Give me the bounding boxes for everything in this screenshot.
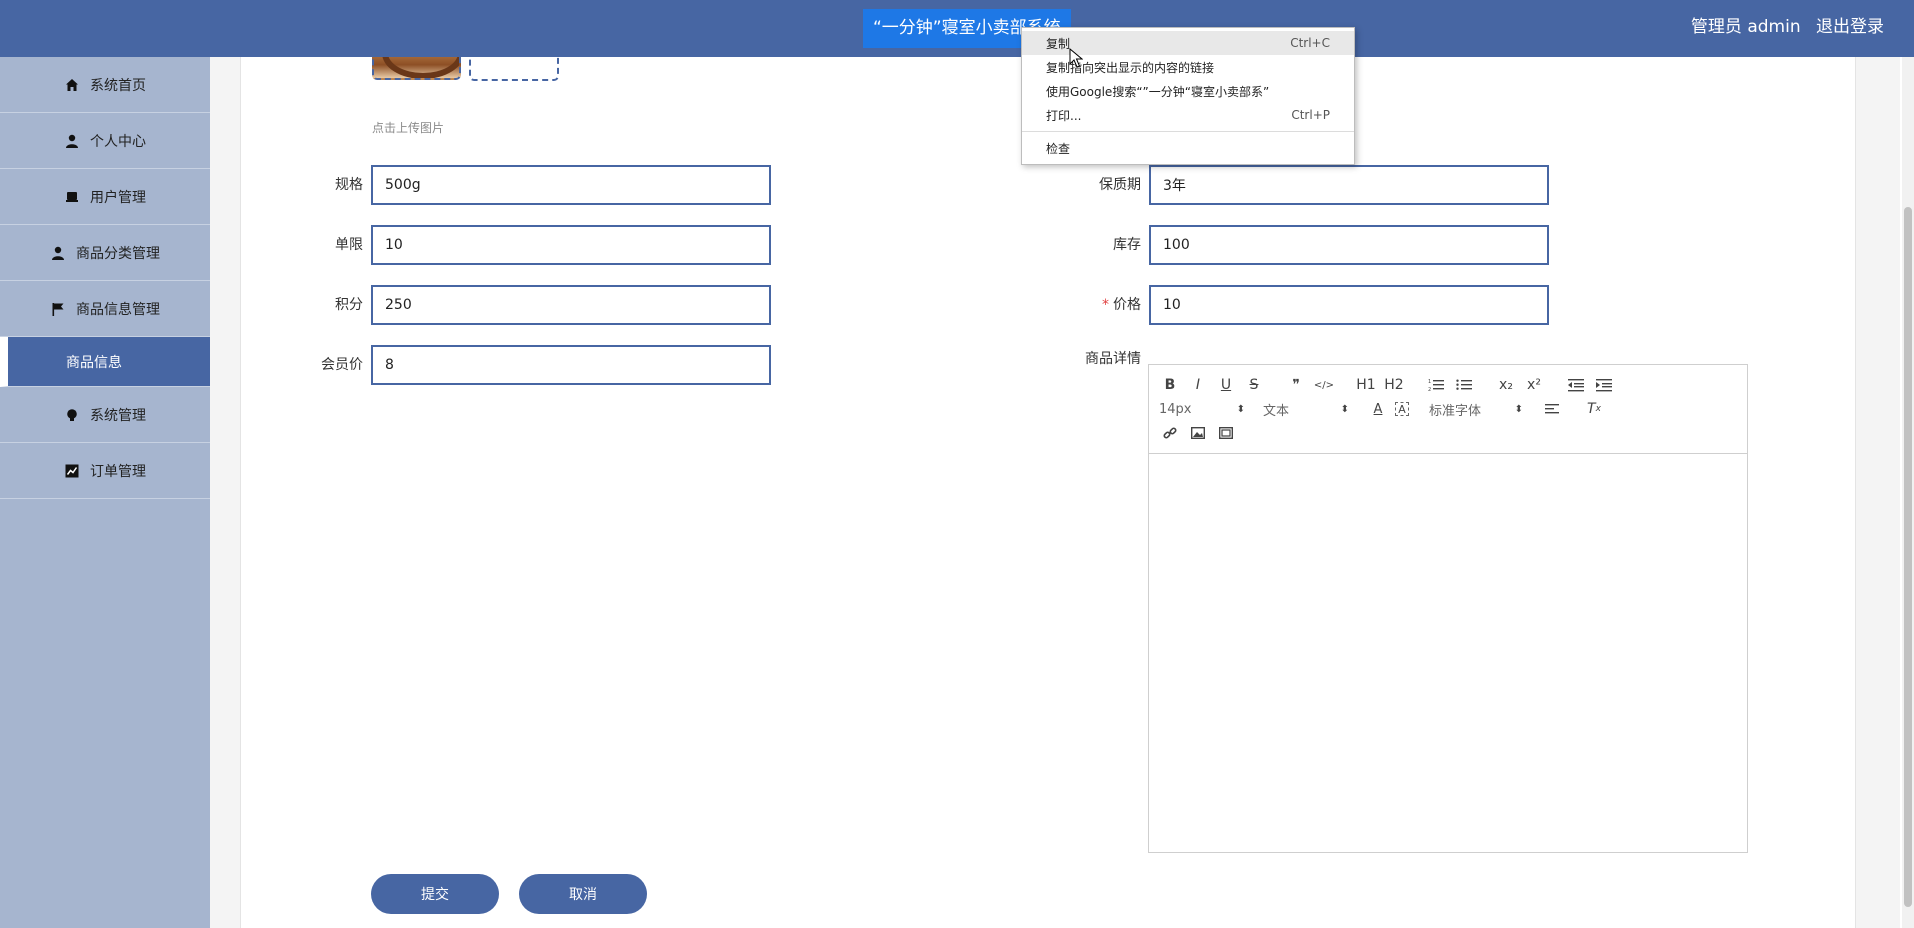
sidebar: 系统首页 个人中心 用户管理 商品分类管理 商品信息管理 商品信息 系统管理 订… xyxy=(0,57,210,928)
strike-button[interactable]: S xyxy=(1243,374,1265,396)
ordered-list-icon[interactable]: 12 xyxy=(1425,374,1447,396)
align-left-icon[interactable] xyxy=(1541,398,1563,420)
h1-button[interactable]: H1 xyxy=(1355,374,1377,396)
context-menu-label: 使用Google搜索“”一分钟“寝室小卖部系” xyxy=(1046,84,1270,99)
sidebar-item-label: 用户管理 xyxy=(90,189,146,206)
stock-input[interactable] xyxy=(1149,225,1549,265)
sidebar-item-label: 商品分类管理 xyxy=(76,245,160,262)
logout-link[interactable]: 退出登录 xyxy=(1816,17,1884,37)
price-label: * 价格 xyxy=(1041,285,1141,325)
flag-icon xyxy=(50,301,66,317)
font-family-select[interactable]: 标准字体 ⬍ xyxy=(1429,398,1523,420)
svg-text:2: 2 xyxy=(1428,387,1431,392)
sidebar-item-label: 系统管理 xyxy=(90,407,146,424)
cancel-button[interactable]: 取消 xyxy=(519,874,647,914)
underline-button[interactable]: U xyxy=(1215,374,1237,396)
video-icon[interactable] xyxy=(1215,422,1237,444)
paragraph-value: 文本 xyxy=(1263,403,1290,419)
italic-button[interactable]: I xyxy=(1187,374,1209,396)
font-color-icon[interactable]: A xyxy=(1367,398,1389,420)
member-price-label: 会员价 xyxy=(321,357,363,373)
sidebar-item-orders[interactable]: 订单管理 xyxy=(0,443,210,499)
sidebar-item-label: 系统首页 xyxy=(90,77,146,94)
spec-input[interactable] xyxy=(371,165,771,205)
home-icon xyxy=(64,77,80,93)
current-user: 管理员 admin xyxy=(1690,17,1801,37)
user-icon xyxy=(64,133,80,149)
spec-label: 规格 xyxy=(335,177,363,193)
background-color-icon[interactable]: A xyxy=(1395,402,1409,416)
stock-label: 库存 xyxy=(1113,237,1141,253)
required-mark: * xyxy=(1102,297,1109,313)
rich-text-editor[interactable]: B I U S ❞ </> H1 H2 12 x₂ x² 14px ⬍ 文本 ⬍… xyxy=(1148,364,1748,853)
font-size-select[interactable]: 14px ⬍ xyxy=(1159,398,1245,420)
box-icon xyxy=(64,189,80,205)
sidebar-item-product-info[interactable]: 商品信息 xyxy=(0,337,210,387)
sidebar-item-system[interactable]: 系统管理 xyxy=(0,387,210,443)
price-label-text: 价格 xyxy=(1113,297,1141,313)
svg-text:1: 1 xyxy=(1428,379,1431,385)
image-icon[interactable] xyxy=(1187,422,1209,444)
blockquote-icon[interactable]: ❞ xyxy=(1285,374,1307,396)
outdent-icon[interactable] xyxy=(1565,374,1587,396)
editor-toolbar: B I U S ❞ </> H1 H2 12 x₂ x² 14px ⬍ 文本 ⬍… xyxy=(1149,365,1747,454)
shortcut-text: Ctrl+P xyxy=(1291,108,1330,122)
context-menu-google-search[interactable]: 使用Google搜索“”一分钟“寝室小卖部系” xyxy=(1022,79,1354,103)
upload-hint: 点击上传图片 xyxy=(372,121,445,135)
mouse-cursor-icon xyxy=(1069,48,1083,68)
sidebar-item-label: 商品信息 xyxy=(66,354,122,371)
user-icon xyxy=(50,245,66,261)
sidebar-item-profile[interactable]: 个人中心 xyxy=(0,113,210,169)
bullet-list-icon[interactable] xyxy=(1453,374,1475,396)
price-input[interactable] xyxy=(1149,285,1549,325)
font-family-value: 标准字体 xyxy=(1429,403,1482,419)
select-caret-icon: ⬍ xyxy=(1514,403,1523,415)
top-bar: “一分钟”寝室小卖部系统 管理员 admin 退出登录 xyxy=(0,0,1914,57)
context-menu-inspect[interactable]: 检查 xyxy=(1022,136,1354,160)
code-icon[interactable]: </> xyxy=(1313,374,1335,396)
page-scrollbar[interactable] xyxy=(1902,57,1914,928)
link-icon[interactable] xyxy=(1159,422,1181,444)
context-menu-print[interactable]: 打印... Ctrl+P xyxy=(1022,103,1354,127)
member-price-input[interactable] xyxy=(371,345,771,385)
sidebar-item-product-management[interactable]: 商品信息管理 xyxy=(0,281,210,337)
limit-input[interactable] xyxy=(371,225,771,265)
font-size-value: 14px xyxy=(1159,401,1192,417)
clear-format-icon[interactable]: Tx xyxy=(1583,398,1605,420)
shelf-life-input[interactable] xyxy=(1149,165,1549,205)
context-menu-label: 打印... xyxy=(1046,108,1082,123)
h2-button[interactable]: H2 xyxy=(1383,374,1405,396)
scrollbar-thumb[interactable] xyxy=(1904,207,1912,907)
bulb-icon xyxy=(64,407,80,423)
superscript-button[interactable]: x² xyxy=(1523,374,1545,396)
details-label: 商品详情 xyxy=(1085,351,1141,367)
user-area: 管理员 admin 退出登录 xyxy=(1681,15,1884,39)
paragraph-select[interactable]: 文本 ⬍ xyxy=(1263,398,1349,420)
points-label: 积分 xyxy=(335,297,363,313)
subscript-button[interactable]: x₂ xyxy=(1495,374,1517,396)
select-caret-icon: ⬍ xyxy=(1340,403,1349,415)
sidebar-item-category[interactable]: 商品分类管理 xyxy=(0,225,210,281)
chart-icon xyxy=(64,463,80,479)
shelf-life-label: 保质期 xyxy=(1099,177,1141,193)
context-menu-divider xyxy=(1022,131,1354,132)
points-input[interactable] xyxy=(371,285,771,325)
submit-button[interactable]: 提交 xyxy=(371,874,499,914)
sidebar-item-label: 个人中心 xyxy=(90,133,146,150)
sidebar-item-label: 订单管理 xyxy=(90,463,146,480)
sidebar-item-label: 商品信息管理 xyxy=(76,301,160,318)
context-menu-label: 复制 xyxy=(1046,36,1071,51)
sidebar-item-home[interactable]: 系统首页 xyxy=(0,57,210,113)
limit-label: 单限 xyxy=(335,237,363,253)
shortcut-text: Ctrl+C xyxy=(1290,36,1330,50)
context-menu-label: 检查 xyxy=(1046,141,1071,156)
indent-icon[interactable] xyxy=(1593,374,1615,396)
sidebar-item-users[interactable]: 用户管理 xyxy=(0,169,210,225)
bold-button[interactable]: B xyxy=(1159,374,1181,396)
select-caret-icon: ⬍ xyxy=(1236,403,1245,415)
